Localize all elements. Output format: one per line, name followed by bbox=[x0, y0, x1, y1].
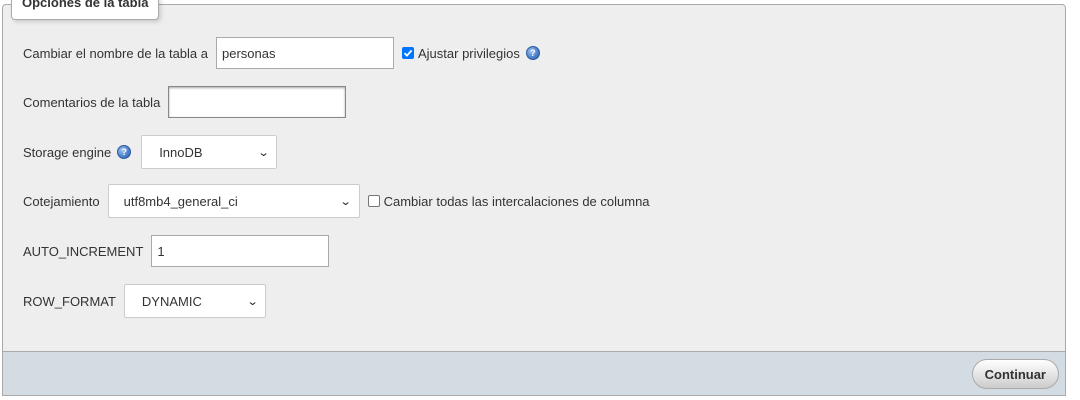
auto-increment-input[interactable] bbox=[151, 235, 330, 267]
check-icon bbox=[403, 49, 413, 57]
change-all-collations-label[interactable]: Cambiar todas las intercalaciones de col… bbox=[384, 194, 650, 209]
comments-label: Comentarios de la tabla bbox=[23, 94, 161, 110]
row-format-label: ROW_FORMAT bbox=[23, 293, 116, 309]
rename-input[interactable] bbox=[216, 37, 394, 69]
collation-label: Cotejamiento bbox=[23, 193, 100, 209]
collation-row: Cotejamiento utf8mb4_general_ci ⌄ Cambia… bbox=[23, 184, 650, 218]
chevron-down-icon: ⌄ bbox=[246, 295, 259, 308]
help-icon[interactable]: ? bbox=[117, 145, 132, 159]
row-format-select[interactable]: DYNAMIC ⌄ bbox=[123, 284, 266, 318]
rename-row: Cambiar el nombre de la tabla a Ajustar … bbox=[23, 36, 540, 70]
chevron-down-icon: ⌄ bbox=[257, 146, 270, 159]
collation-value: utf8mb4_general_ci bbox=[123, 193, 238, 209]
adjust-privileges-label[interactable]: Ajustar privilegios bbox=[418, 46, 520, 61]
help-icon[interactable]: ? bbox=[525, 46, 540, 60]
comments-input[interactable] bbox=[168, 86, 347, 118]
storage-engine-value: InnoDB bbox=[159, 144, 203, 160]
continue-button[interactable]: Continuar bbox=[971, 359, 1059, 389]
adjust-privileges-checkbox[interactable] bbox=[402, 47, 414, 59]
auto-increment-row: AUTO_INCREMENT bbox=[23, 234, 330, 268]
change-all-collations-checkbox[interactable] bbox=[367, 195, 380, 207]
collation-select[interactable]: utf8mb4_general_ci ⌄ bbox=[107, 184, 360, 218]
fieldset-footer: Continuar bbox=[3, 351, 1065, 395]
table-options-fieldset: Opciones de la tabla Cambiar el nombre d… bbox=[2, 0, 1066, 396]
storage-engine-select[interactable]: InnoDB ⌄ bbox=[141, 135, 278, 169]
row-format-row: ROW_FORMAT DYNAMIC ⌄ bbox=[23, 284, 266, 318]
auto-increment-label: AUTO_INCREMENT bbox=[23, 243, 144, 259]
fieldset-legend: Opciones de la tabla bbox=[11, 0, 160, 20]
storage-engine-row: Storage engine ? InnoDB ⌄ bbox=[23, 135, 278, 169]
rename-label: Cambiar el nombre de la tabla a bbox=[23, 45, 208, 61]
row-format-value: DYNAMIC bbox=[141, 293, 202, 309]
comments-row: Comentarios de la tabla bbox=[23, 85, 347, 119]
chevron-down-icon: ⌄ bbox=[340, 195, 352, 208]
storage-engine-label: Storage engine bbox=[23, 144, 112, 160]
